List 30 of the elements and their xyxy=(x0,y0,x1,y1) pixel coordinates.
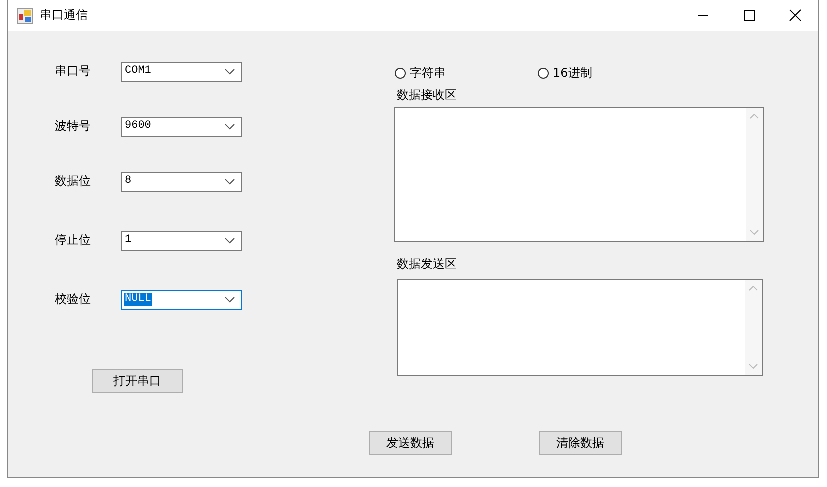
dropdown[interactable]: NULL xyxy=(121,290,242,310)
scroll-up-icon[interactable] xyxy=(750,114,759,119)
dropdown[interactable]: 9600 xyxy=(121,116,242,136)
field-label: 数据位 xyxy=(55,173,92,190)
field-label: 波特号 xyxy=(55,118,92,135)
dropdown[interactable]: 1 xyxy=(121,230,242,250)
scroll-up-icon[interactable] xyxy=(749,286,758,291)
field-label: 停止位 xyxy=(55,232,92,249)
area-label: 数据接收区 xyxy=(396,87,458,104)
action-button[interactable]: 清除数据 xyxy=(539,431,622,455)
send-text-area[interactable] xyxy=(397,279,763,376)
field-label: 串口号 xyxy=(55,63,92,80)
receive-text-area[interactable] xyxy=(394,107,764,242)
chevron-down-icon xyxy=(225,178,235,184)
window-title: 串口通信 xyxy=(40,7,88,24)
dropdown[interactable]: COM1 xyxy=(121,62,242,82)
field-label: 校验位 xyxy=(55,291,92,308)
scroll-down-icon[interactable] xyxy=(749,364,758,369)
chevron-down-icon xyxy=(225,124,235,130)
radio-option[interactable]: 字符串 xyxy=(394,64,537,82)
chevron-down-icon xyxy=(225,296,235,302)
chevron-down-icon xyxy=(225,68,235,74)
dropdown[interactable]: 8 xyxy=(121,172,242,192)
radio-option[interactable]: 16进制 xyxy=(537,64,680,82)
chevron-down-icon xyxy=(225,238,235,244)
action-button[interactable]: 发送数据 xyxy=(369,431,452,455)
app-icon xyxy=(17,8,33,24)
scroll-down-icon[interactable] xyxy=(750,230,759,235)
area-label: 数据发送区 xyxy=(396,256,458,273)
open-port-button[interactable]: 打开串口 xyxy=(92,369,183,393)
